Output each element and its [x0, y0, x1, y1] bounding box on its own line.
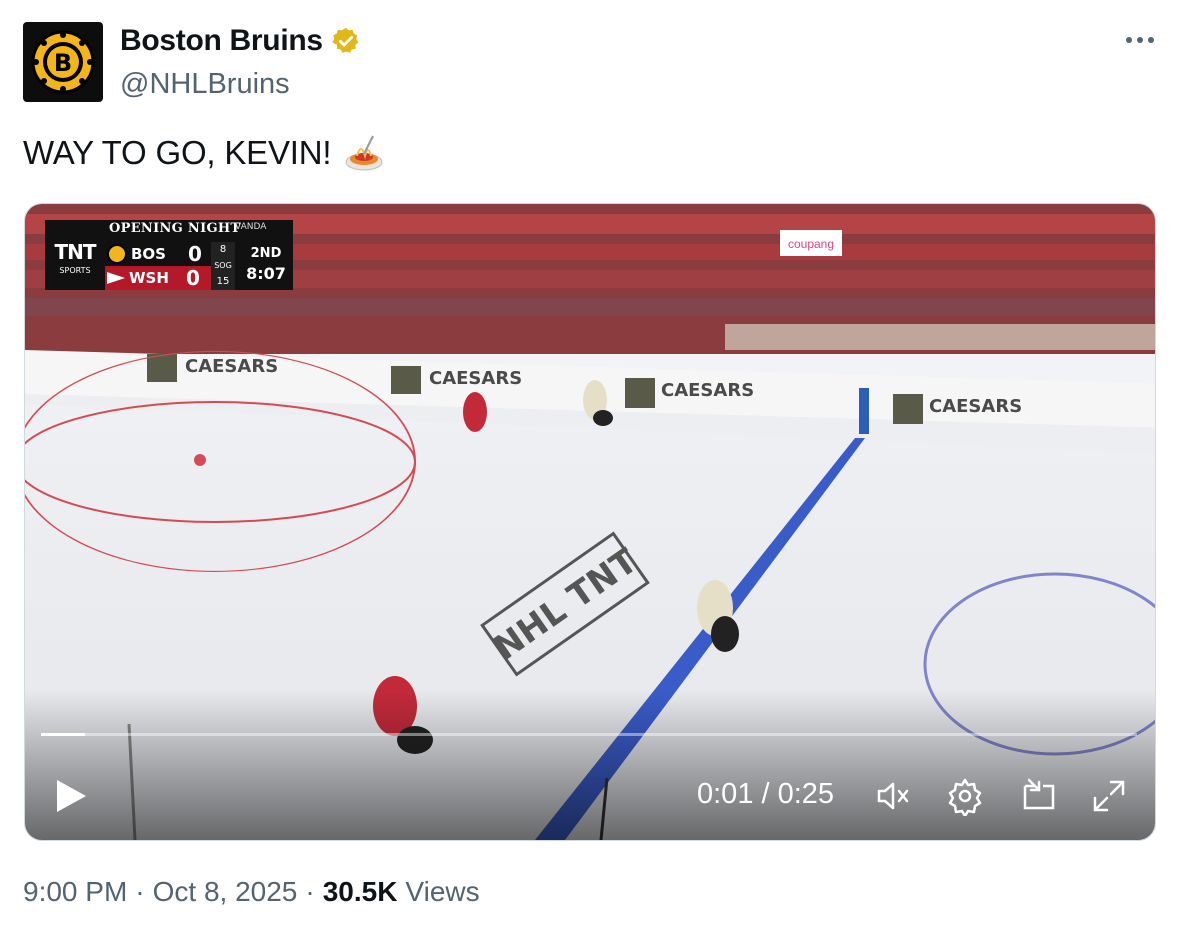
settings-icon[interactable] [945, 776, 985, 816]
verified-badge-icon[interactable] [331, 26, 361, 56]
team-abbr: WSH [129, 269, 169, 287]
network-sub: SPORTS [59, 266, 91, 275]
svg-text:coupang: coupang [788, 237, 834, 251]
post-date[interactable]: Oct 8, 2025 [153, 876, 298, 908]
scorebug-title: OPENING NIGHT [109, 221, 241, 236]
more-options-icon[interactable] [1123, 30, 1157, 50]
tweet-footer: 9:00 PM · Oct 8, 2025 · 30.5K Views [23, 876, 480, 908]
network-logo: TNT [54, 240, 96, 264]
capitals-mini-icon [107, 272, 125, 284]
display-name[interactable]: Boston Bruins [120, 24, 323, 58]
svg-text:CAESARS: CAESARS [929, 396, 1022, 417]
account-handle[interactable]: @NHLBruins [120, 68, 290, 101]
sog-bos: 8 [219, 244, 227, 255]
post-time[interactable]: 9:00 PM [23, 876, 127, 908]
spaghetti-emoji-icon [345, 135, 383, 171]
tweet-header: B Boston Bruins @NHLBruins [23, 22, 1163, 102]
game-period: 2ND [250, 246, 282, 261]
views-count: 30.5K [322, 876, 398, 907]
pip-icon[interactable] [1019, 776, 1059, 816]
sog-label: SOG [214, 261, 232, 270]
mute-icon[interactable] [873, 776, 913, 816]
sog-column: 8 SOG 15 [211, 242, 235, 290]
separator: · [135, 876, 145, 907]
sog-wsh: 15 [216, 276, 230, 287]
video-time: 0:01 / 0:25 [697, 778, 835, 810]
views-label: Views [405, 876, 480, 907]
scorebug: OPENING NIGHT VANDA TNT SPORTS BOS 0 WSH… [45, 220, 293, 290]
tnt-sports-logo: TNT SPORTS [49, 242, 101, 288]
avatar[interactable]: B [23, 22, 103, 102]
name-row: Boston Bruins [120, 24, 361, 58]
tweet-text-content: WAY TO GO, KEVIN! [23, 134, 332, 171]
video-player[interactable]: coupang CAESARS CAESARS CAESARS CAESARS … [24, 203, 1156, 841]
bruins-logo-icon: B [31, 30, 95, 94]
team-abbr: BOS [131, 245, 166, 263]
video-progress-bar[interactable] [41, 733, 1137, 736]
tweet-text: WAY TO GO, KEVIN! [23, 132, 385, 174]
separator: · [305, 876, 315, 907]
scorebug-sponsor: VANDA [235, 222, 267, 232]
team-score: 0 [188, 242, 202, 266]
video-progress-fill [41, 733, 85, 736]
svg-text:CAESARS: CAESARS [429, 368, 522, 389]
team-score: 0 [186, 266, 200, 290]
game-clock: 8:07 [246, 264, 286, 283]
fullscreen-icon[interactable] [1089, 776, 1129, 816]
controls-overlay [25, 690, 1155, 840]
svg-text:B: B [54, 49, 72, 77]
svg-text:CAESARS: CAESARS [185, 356, 278, 377]
play-icon[interactable] [53, 778, 89, 814]
svg-text:CAESARS: CAESARS [661, 380, 754, 401]
bruins-mini-icon [107, 244, 127, 264]
